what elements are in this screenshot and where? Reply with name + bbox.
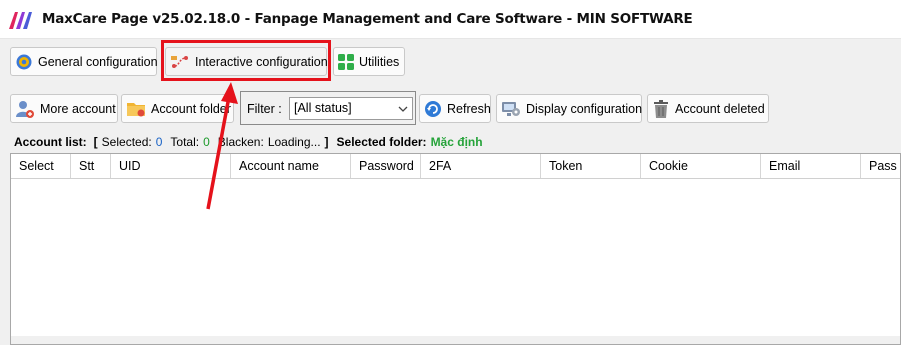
selected-count: 0 bbox=[155, 135, 163, 149]
title-bar: MaxCare Page v25.02.18.0 - Fanpage Manag… bbox=[0, 0, 901, 39]
account-deleted-label: Account deleted bbox=[675, 101, 765, 116]
column-header-email[interactable]: Email bbox=[761, 154, 861, 178]
grid-icon bbox=[338, 53, 354, 70]
filter-group: Filter : [All status] bbox=[240, 91, 416, 125]
column-header-select[interactable]: Select bbox=[11, 154, 71, 178]
chevron-down-icon bbox=[398, 106, 408, 112]
account-list-label: Account list: bbox=[14, 135, 87, 149]
add-user-icon bbox=[16, 100, 34, 118]
tab-bar: General configuration Interactive config… bbox=[0, 39, 901, 86]
refresh-label: Refresh bbox=[447, 101, 491, 116]
account-table[interactable]: Select Stt UID Account name Password 2FA… bbox=[10, 153, 901, 345]
column-header-2fa[interactable]: 2FA bbox=[421, 154, 541, 178]
column-header-cookie[interactable]: Cookie bbox=[641, 154, 761, 178]
table-header: Select Stt UID Account name Password 2FA… bbox=[11, 154, 900, 179]
tab-utilities[interactable]: Utilities bbox=[333, 47, 405, 76]
folder-icon bbox=[127, 102, 145, 116]
monitor-gear-icon bbox=[502, 101, 520, 116]
column-header-token[interactable]: Token bbox=[541, 154, 641, 178]
window-title: MaxCare Page v25.02.18.0 - Fanpage Manag… bbox=[42, 11, 693, 27]
selected-folder-label: Selected folder: bbox=[336, 135, 427, 149]
status-filter-select[interactable]: [All status] bbox=[289, 97, 413, 120]
refresh-button[interactable]: Refresh bbox=[419, 94, 491, 123]
blacken-label: Blacken: bbox=[217, 135, 264, 149]
column-header-password[interactable]: Password bbox=[351, 154, 421, 178]
app-window: MaxCare Page v25.02.18.0 - Fanpage Manag… bbox=[0, 0, 901, 345]
tab-label: Utilities bbox=[359, 54, 400, 69]
filter-value: [All status] bbox=[294, 101, 352, 115]
open-bracket: [ bbox=[93, 135, 98, 149]
total-label: Total: bbox=[170, 135, 200, 149]
account-folder-label: Account folder bbox=[151, 101, 231, 116]
tab-label: General configuration bbox=[38, 54, 158, 69]
account-folder-button[interactable]: Account folder bbox=[121, 94, 234, 123]
toolbar: More account Account folder Refresh Disp… bbox=[0, 90, 901, 130]
account-status-line: Account list: [ Selected: 0 Total: 0 Bla… bbox=[14, 135, 483, 149]
trash-icon bbox=[654, 99, 668, 118]
horizontal-scrollbar[interactable] bbox=[11, 336, 900, 344]
tab-general-configuration[interactable]: General configuration bbox=[10, 47, 158, 76]
close-bracket: ] bbox=[324, 135, 329, 149]
gear-icon bbox=[16, 54, 32, 69]
more-account-label: More account bbox=[40, 101, 116, 116]
account-deleted-button[interactable]: Account deleted bbox=[647, 94, 769, 123]
column-header-account-name[interactable]: Account name bbox=[231, 154, 351, 178]
highlight-box bbox=[161, 40, 331, 81]
total-count: 0 bbox=[203, 135, 210, 149]
more-account-button[interactable]: More account bbox=[10, 94, 118, 123]
refresh-icon bbox=[425, 100, 441, 117]
app-logo-icon bbox=[9, 12, 32, 29]
filter-label: Filter : bbox=[247, 102, 282, 116]
display-configuration-button[interactable]: Display configuration bbox=[496, 94, 642, 123]
column-header-stt[interactable]: Stt bbox=[71, 154, 111, 178]
display-configuration-label: Display configuration bbox=[526, 101, 643, 116]
blacken-value: Loading... bbox=[267, 135, 321, 149]
column-header-pass-email[interactable]: Pass e bbox=[861, 154, 900, 178]
selected-label: Selected: bbox=[101, 135, 152, 149]
column-header-uid[interactable]: UID bbox=[111, 154, 231, 178]
selected-folder-value[interactable]: Mặc định bbox=[431, 135, 483, 149]
